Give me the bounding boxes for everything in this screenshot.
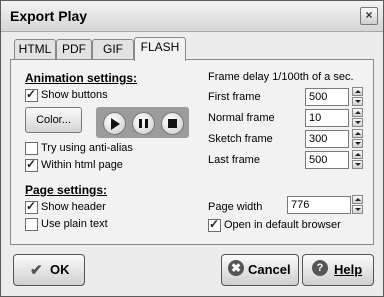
color-button[interactable]: Color...	[25, 107, 82, 133]
cancel-label: Cancel	[248, 262, 291, 277]
within-html-label: Within html page	[41, 159, 123, 171]
play-icon	[111, 118, 120, 130]
title-bar: Export Play ×	[1, 1, 383, 32]
page-settings-heading: Page settings:	[25, 183, 108, 197]
export-play-dialog: Export Play × HTML PDF GIF FLASH Animati…	[0, 0, 384, 297]
cancel-button[interactable]: ✖ Cancel	[221, 254, 299, 286]
play-button[interactable]	[103, 112, 126, 135]
dialog-title: Export Play	[10, 8, 88, 24]
show-header-label: Show header	[41, 201, 106, 213]
tab-gif[interactable]: GIF	[92, 39, 134, 59]
flash-settings-panel: Animation settings: Show buttons Color..…	[10, 59, 374, 245]
within-html-checkbox[interactable]	[25, 157, 38, 172]
frame-delay-label: Frame delay 1/100th of a sec.	[208, 71, 354, 83]
media-controls-preview	[96, 107, 189, 138]
normal-frame-label: Normal frame	[208, 112, 275, 124]
open-browser-label: Open in default browser	[224, 219, 341, 231]
tab-flash[interactable]: FLASH	[134, 37, 186, 61]
check-icon: ✔	[30, 262, 43, 279]
ok-label: OK	[50, 262, 70, 277]
plain-text-label: Use plain text	[41, 218, 108, 230]
first-frame-label: First frame	[208, 91, 261, 103]
pause-icon	[139, 119, 148, 128]
page-width-spinner[interactable]	[352, 195, 364, 215]
page-width-label: Page width	[208, 201, 263, 213]
stop-button[interactable]	[161, 112, 184, 135]
normal-frame-spinner[interactable]	[352, 108, 364, 128]
sketch-frame-spinner[interactable]	[352, 129, 364, 149]
stop-icon	[168, 119, 177, 128]
anti-alias-label: Try using anti-alias	[41, 142, 133, 154]
animation-settings-heading: Animation settings:	[25, 71, 138, 85]
tab-pdf[interactable]: PDF	[56, 39, 92, 59]
cancel-x-icon: ✖	[228, 260, 244, 276]
show-buttons-label: Show buttons	[41, 89, 108, 101]
first-frame-input[interactable]: 500	[305, 88, 349, 106]
last-frame-label: Last frame	[208, 154, 260, 166]
open-browser-checkbox[interactable]	[208, 217, 221, 232]
help-button[interactable]: ? Help	[302, 254, 374, 286]
help-icon: ?	[312, 260, 328, 276]
last-frame-input[interactable]: 500	[305, 151, 349, 169]
sketch-frame-label: Sketch frame	[208, 133, 273, 145]
page-width-input[interactable]: 776	[287, 196, 351, 214]
anti-alias-checkbox[interactable]	[25, 142, 38, 155]
ok-button[interactable]: ✔ OK	[13, 254, 85, 286]
close-icon[interactable]: ×	[360, 7, 378, 25]
help-label: Help	[334, 262, 363, 277]
last-frame-spinner[interactable]	[352, 150, 364, 170]
plain-text-checkbox[interactable]	[25, 218, 38, 231]
sketch-frame-input[interactable]: 300	[305, 130, 349, 148]
show-header-checkbox[interactable]	[25, 199, 38, 214]
tab-html[interactable]: HTML	[14, 39, 56, 59]
normal-frame-input[interactable]: 10	[305, 109, 349, 127]
first-frame-spinner[interactable]	[352, 87, 364, 107]
show-buttons-checkbox[interactable]	[25, 87, 38, 102]
pause-button[interactable]	[132, 112, 155, 135]
